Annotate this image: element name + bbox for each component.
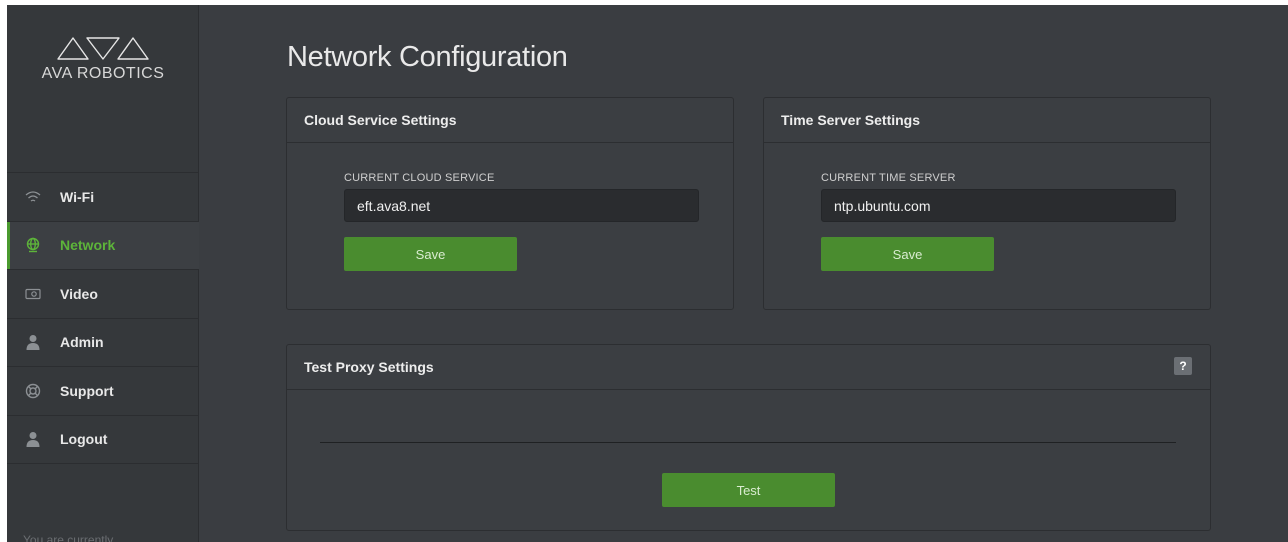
cloud-service-panel: Cloud Service Settings CURRENT CLOUD SER…: [286, 97, 734, 310]
nav-label-admin: Admin: [60, 334, 104, 351]
nav-item-network[interactable]: Network: [7, 221, 199, 270]
nav-label-video: Video: [60, 285, 98, 302]
app-window: AVA ROBOTICS Wi-Fi Network Video Admin S…: [7, 5, 1288, 542]
brand-logo[interactable]: AVA ROBOTICS: [7, 35, 199, 83]
proxy-divider: [320, 442, 1176, 443]
nav-item-support[interactable]: Support: [7, 367, 199, 416]
nav-item-wifi[interactable]: Wi-Fi: [7, 173, 199, 222]
cloud-service-label: CURRENT CLOUD SERVICE: [344, 172, 495, 184]
test-proxy-heading: Test Proxy Settings ?: [287, 345, 1210, 390]
nav-item-admin[interactable]: Admin: [7, 319, 199, 367]
time-server-input[interactable]: [821, 189, 1176, 222]
help-icon[interactable]: ?: [1174, 357, 1192, 375]
nav-item-video[interactable]: Video: [7, 270, 199, 319]
cloud-service-heading: Cloud Service Settings: [287, 98, 733, 143]
nav-label-network: Network: [60, 237, 116, 254]
sidebar-nav: Wi-Fi Network Video Admin Support Logout: [7, 172, 199, 464]
globe-icon: [25, 237, 41, 253]
nav-label-wifi: Wi-Fi: [60, 188, 95, 205]
time-server-panel: Time Server Settings CURRENT TIME SERVER…: [763, 97, 1211, 310]
page-title: Network Configuration: [287, 41, 568, 73]
time-server-label: CURRENT TIME SERVER: [821, 172, 956, 184]
lifebuoy-icon: [25, 383, 41, 399]
test-proxy-button[interactable]: Test: [662, 473, 835, 507]
time-save-button[interactable]: Save: [821, 237, 994, 271]
brand-name: AVA ROBOTICS: [41, 65, 165, 82]
nav-label-logout: Logout: [60, 431, 108, 448]
test-proxy-panel: Test Proxy Settings ? Test: [286, 344, 1211, 531]
sidebar: AVA ROBOTICS Wi-Fi Network Video Admin S…: [7, 5, 199, 542]
ava-logo-icon: [57, 37, 149, 60]
user-icon: [25, 431, 41, 448]
test-proxy-title: Test Proxy Settings: [304, 359, 434, 375]
time-server-heading: Time Server Settings: [764, 98, 1210, 143]
video-icon: [25, 286, 41, 302]
cloud-service-input[interactable]: [344, 189, 699, 222]
nav-item-logout[interactable]: Logout: [7, 416, 199, 464]
sidebar-footer-text: You are currently ...: [23, 533, 127, 542]
user-icon: [25, 334, 41, 351]
nav-label-support: Support: [60, 382, 114, 399]
wifi-icon: [25, 189, 41, 205]
cloud-save-button[interactable]: Save: [344, 237, 517, 271]
